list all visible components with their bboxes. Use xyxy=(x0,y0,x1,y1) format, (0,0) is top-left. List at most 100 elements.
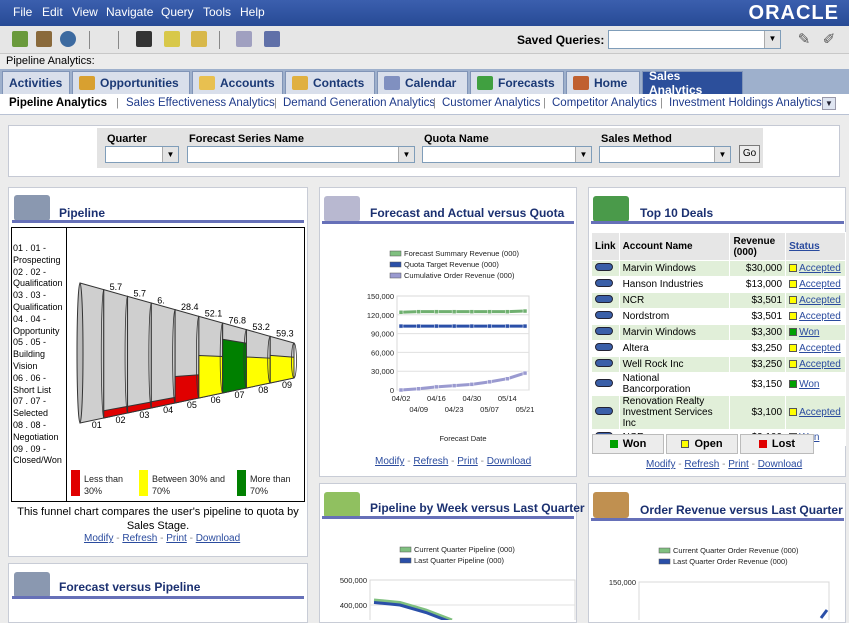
link-icon[interactable] xyxy=(595,378,613,387)
tab-activities[interactable]: Activities xyxy=(2,71,70,94)
column-header-link: Link xyxy=(591,232,620,261)
column-header-status[interactable]: Status xyxy=(785,232,846,261)
line-chart-icon xyxy=(324,196,360,222)
tab-opportunities[interactable]: Opportunities xyxy=(72,71,190,94)
quarter-select[interactable]: ▼ xyxy=(105,146,179,163)
up-arrow-icon xyxy=(593,196,629,222)
go-button[interactable]: Go xyxy=(739,145,760,163)
print-link[interactable]: Print xyxy=(457,456,478,467)
query-tool-icon[interactable]: ✎ xyxy=(795,31,813,49)
series-point xyxy=(434,309,439,314)
green-flag-icon xyxy=(609,440,618,448)
account-cell: Hanson Industries xyxy=(618,276,731,293)
status-cell[interactable]: Won xyxy=(785,372,846,396)
status-cell[interactable]: Accepted xyxy=(785,395,846,430)
open-button[interactable]: Open xyxy=(666,434,738,454)
record-icon[interactable] xyxy=(264,31,280,47)
menu-query[interactable]: Query xyxy=(161,5,194,19)
tab-forecasts[interactable]: Forecasts xyxy=(470,71,564,94)
download-link[interactable]: Download xyxy=(487,456,531,467)
x-tick-label: 05/14 xyxy=(498,394,517,403)
link-icon[interactable] xyxy=(595,407,613,415)
download-link[interactable]: Download xyxy=(196,533,240,544)
link-icon[interactable] xyxy=(595,359,613,367)
status-cell[interactable]: Won xyxy=(785,324,846,341)
download-link[interactable]: Download xyxy=(758,459,802,470)
refine-query-icon[interactable]: ✐ xyxy=(820,31,838,49)
table-row: Marvin Windows $30,000 Accepted xyxy=(591,260,846,277)
status-cell[interactable]: Accepted xyxy=(785,340,846,357)
link-icon[interactable] xyxy=(595,279,613,287)
link-icon[interactable] xyxy=(595,311,613,319)
tab-accounts[interactable]: Accounts xyxy=(192,71,283,94)
subtab-demand-generation[interactable]: Demand Generation Analytics xyxy=(283,97,435,109)
chevron-down-icon[interactable]: ▼ xyxy=(714,147,730,162)
lost-button[interactable]: Lost xyxy=(740,434,814,454)
menu-help[interactable]: Help xyxy=(240,5,265,19)
chevron-down-icon[interactable]: ▼ xyxy=(764,31,780,48)
card-rule xyxy=(591,221,844,224)
chevron-down-icon[interactable]: ▼ xyxy=(575,147,591,162)
subtab-investment-holdings[interactable]: Investment Holdings Analytics xyxy=(669,97,822,109)
status-cell[interactable]: Accepted xyxy=(785,356,846,373)
tab-home[interactable]: Home xyxy=(566,71,640,94)
menu-file[interactable]: File xyxy=(13,5,32,19)
link-separator: - xyxy=(157,533,167,544)
won-button[interactable]: Won xyxy=(592,434,664,454)
menu-view[interactable]: View xyxy=(72,5,98,19)
link-icon[interactable] xyxy=(595,295,613,303)
notepad-icon[interactable] xyxy=(191,31,207,47)
sales-method-select[interactable]: ▼ xyxy=(599,146,731,163)
checklist-icon[interactable] xyxy=(164,31,180,47)
globe-icon[interactable] xyxy=(60,31,76,47)
link-icon[interactable] xyxy=(595,343,613,351)
status-cell[interactable]: Accepted xyxy=(785,292,846,309)
new-window-icon[interactable] xyxy=(236,31,252,47)
tab-contacts[interactable]: Contacts xyxy=(285,71,375,94)
modify-link[interactable]: Modify xyxy=(84,533,113,544)
forecast-series-select[interactable]: ▼ xyxy=(187,146,415,163)
link-icon[interactable] xyxy=(595,327,613,335)
print-link[interactable]: Print xyxy=(166,533,187,544)
series-point xyxy=(416,386,421,391)
link-cell xyxy=(591,260,620,277)
funnel-value-label: 6. xyxy=(157,295,165,305)
menu-tools[interactable]: Tools xyxy=(203,5,231,19)
menu-navigate[interactable]: Navigate xyxy=(106,5,153,19)
refresh-link[interactable]: Refresh xyxy=(684,459,719,470)
saved-queries-select[interactable]: ▼ xyxy=(608,30,781,49)
binoculars-icon[interactable] xyxy=(136,31,152,47)
status-cell[interactable]: Accepted xyxy=(785,276,846,293)
top-deals-title: Top 10 Deals xyxy=(640,206,714,220)
subtab-separator: | xyxy=(116,97,119,109)
subtab-pipeline-analytics[interactable]: Pipeline Analytics xyxy=(9,97,107,109)
new-record-icon[interactable] xyxy=(36,31,52,47)
export-icon[interactable] xyxy=(12,31,28,47)
tab-calendar[interactable]: Calendar xyxy=(377,71,468,94)
legend-swatch xyxy=(399,557,412,564)
link-cell xyxy=(591,276,620,293)
subtab-customer-analytics[interactable]: Customer Analytics xyxy=(442,97,540,109)
refresh-link[interactable]: Refresh xyxy=(413,456,448,467)
status-cell[interactable]: Accepted xyxy=(785,260,846,277)
legend-label: Current Quarter Pipeline (000) xyxy=(414,545,515,554)
quota-name-select[interactable]: ▼ xyxy=(422,146,592,163)
stage-label: Selected xyxy=(13,408,49,419)
status-label: Accepted xyxy=(799,311,841,322)
subtab-sales-effectiveness[interactable]: Sales Effectiveness Analytics xyxy=(126,97,275,109)
modify-link[interactable]: Modify xyxy=(646,459,675,470)
link-icon[interactable] xyxy=(595,263,613,271)
pipeline-description: This funnel chart compares the user's pi… xyxy=(17,506,299,532)
legend-swatch xyxy=(389,272,402,279)
menu-edit[interactable]: Edit xyxy=(42,5,63,19)
chevron-down-icon[interactable]: ▼ xyxy=(162,147,178,162)
chevron-down-icon[interactable]: ▼ xyxy=(398,147,414,162)
more-tabs-icon[interactable]: ▼ xyxy=(822,97,836,110)
refresh-link[interactable]: Refresh xyxy=(122,533,157,544)
tab-sales-analytics[interactable]: Sales Analytics xyxy=(642,69,743,97)
modify-link[interactable]: Modify xyxy=(375,456,404,467)
subtab-competitor-analytics[interactable]: Competitor Analytics xyxy=(552,97,657,109)
x-tick-label: 04/30 xyxy=(462,394,481,403)
status-cell[interactable]: Accepted xyxy=(785,308,846,325)
print-link[interactable]: Print xyxy=(728,459,749,470)
